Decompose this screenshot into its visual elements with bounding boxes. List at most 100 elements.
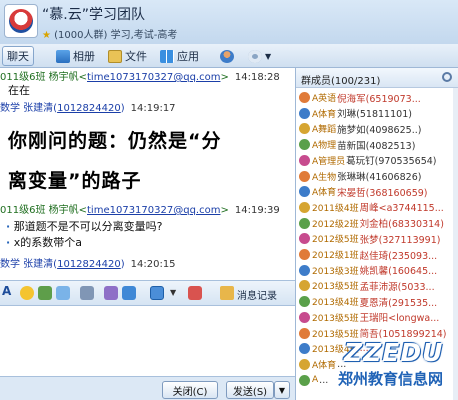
tab-files[interactable]: 文件 [104, 46, 151, 66]
member-avatar-icon [299, 233, 310, 245]
tab-album[interactable]: 相册 [52, 46, 99, 66]
message-time: 14:18:28 [234, 72, 280, 83]
chevron-down-icon[interactable]: ▼ [170, 288, 178, 302]
message-time: 14:19:17 [130, 103, 176, 114]
group-header: “慕.云”学习团队 ★ (1000人群) 学习,考试-高考 [0, 0, 458, 44]
member-role: A体育 [312, 188, 337, 199]
member-name: 张梦(327113991) [359, 234, 441, 246]
member-role: A体育 [312, 109, 337, 120]
member-role: 2013级4班 [312, 298, 359, 309]
shake-icon[interactable] [56, 286, 70, 300]
member-name: 王瑞阳<longwa... [359, 313, 440, 325]
member-item[interactable]: A体育 刘琳(51811101) [296, 106, 458, 121]
sender-qq[interactable]: 1012824420 [57, 103, 121, 114]
image-icon[interactable] [122, 286, 136, 300]
member-item[interactable]: 2012级2班 刘金柏(68330314) [296, 216, 458, 231]
search-icon[interactable] [442, 72, 452, 82]
member-item[interactable]: A管理员 葛玩钉(970535654) [296, 153, 458, 168]
member-role: A舞蹈 [312, 125, 337, 136]
sender-tail: > [220, 72, 229, 83]
send-options-button[interactable]: ▼ [274, 381, 290, 399]
member-panel-header: 群成员(100/231) [296, 68, 458, 88]
group-subtitle-text: (1000人群) 学习,考试-高考 [54, 30, 178, 41]
member-item[interactable]: 2011级4班 周峰<a3744115... [296, 200, 458, 215]
picture-icon[interactable] [38, 286, 52, 300]
message-big-text: 你刚问的题：仍然是“分 [8, 130, 222, 152]
member-avatar-icon [299, 296, 310, 308]
close-button[interactable]: 关闭(C) [162, 381, 218, 399]
member-role: 2012级5班 [312, 235, 359, 246]
member-item[interactable]: 2013级5班 孟菲沛源(5033... [296, 278, 458, 293]
member-item[interactable]: A生物 张琳琳(41606826) [296, 169, 458, 184]
group-subtitle: ★ (1000人群) 学习,考试-高考 [42, 26, 177, 41]
member-name: 葛玩钉(970535654) [346, 156, 437, 168]
member-role: A管理员 [312, 156, 346, 167]
settings-button[interactable]: ▼ [244, 46, 275, 66]
sender-email[interactable]: time1073170327@qq.com [87, 72, 220, 83]
member-avatar-icon [299, 343, 310, 355]
people-icon [220, 49, 234, 63]
member-item[interactable]: 2013级4班 夏恩清(291535... [296, 294, 458, 309]
members-button[interactable] [216, 46, 238, 66]
member-name: 刘琳(51811101) [337, 109, 412, 121]
member-avatar-icon [299, 170, 310, 182]
member-item[interactable]: A舞蹈 施梦如(4098625..) [296, 121, 458, 136]
sender-tail: > [220, 205, 229, 216]
message-header: 数学 张建清(1012824420) 14:19:17 [0, 99, 176, 114]
sender-tail: ) [120, 259, 125, 270]
screenshot-icon[interactable] [150, 286, 164, 300]
member-role: 2013级5班 [312, 282, 359, 293]
member-name: 夏恩清(291535... [359, 297, 438, 309]
group-logo-icon [9, 9, 33, 33]
music-icon[interactable] [104, 286, 118, 300]
sender-qq[interactable]: 1012824420 [57, 259, 121, 270]
question-line-1: 那道题不是不可以分离变量吗? [13, 220, 163, 233]
tab-chat[interactable]: 聊天 [2, 46, 298, 327]
member-role: 2012级1班 [312, 251, 359, 261]
member-name: 倪海军(6519073... [337, 93, 421, 105]
input-toolbar: A ▼ 消息记录 [0, 280, 295, 306]
folder-icon [108, 49, 122, 63]
member-avatar-icon [299, 327, 310, 339]
question-line-2: x的系数带个a [13, 236, 82, 249]
member-avatar-icon [299, 280, 310, 292]
tab-album-label: 相册 [73, 50, 95, 63]
album-icon [56, 49, 70, 63]
member-item[interactable]: 2012级5班 张梦(327113991) [296, 231, 458, 246]
message-text: · 那道题不是不可以分离变量吗? [6, 218, 163, 234]
member-item[interactable]: 2013级3班 姚凯馨(160645... [296, 263, 458, 278]
star-icon: ★ [42, 30, 51, 41]
bullet-icon: · [6, 236, 11, 249]
sender-email[interactable]: time1073170327@qq.com [87, 205, 220, 216]
chat-history[interactable]: 011级6班 杨宇帆<time1073170327@qq.com> 14:18:2… [0, 68, 295, 280]
watermark-logo: ZZEDU [344, 338, 444, 367]
member-avatar-icon [299, 92, 310, 103]
member-count: 群成员(100/231) [301, 76, 381, 87]
message-text: 在在 [8, 84, 30, 97]
member-avatar-icon [299, 311, 310, 323]
watermark-site: 郑州教育信息网 [338, 370, 444, 388]
font-icon[interactable]: A [2, 284, 16, 298]
sender-name: 011级6班 杨宇帆< [0, 205, 88, 216]
tab-chat-label: 聊天 [7, 50, 29, 63]
scissors-icon[interactable] [80, 286, 94, 300]
member-item[interactable]: A物理 苗新国(4082513) [296, 137, 458, 152]
send-button[interactable]: 发送(S) [226, 381, 274, 399]
member-item[interactable]: A体育 宋晏哲(368160659) [296, 184, 458, 199]
member-item[interactable]: A英语 倪海军(6519073... [296, 90, 458, 105]
message-input[interactable] [0, 306, 295, 376]
group-avatar[interactable] [4, 4, 38, 38]
member-item[interactable]: 2013级5班 王瑞阳<longwa... [296, 310, 458, 325]
gift-icon[interactable] [188, 286, 202, 300]
member-role: A体育 [312, 360, 337, 371]
member-role: 2012级2班 [312, 219, 359, 230]
member-name: 宋晏哲(368160659) [337, 187, 428, 199]
member-item[interactable]: 2012级1班 赵佳琦(235093... [296, 247, 458, 262]
history-button[interactable]: 消息记录 [237, 287, 277, 302]
member-avatar-icon [299, 154, 310, 166]
member-role: A英语 [312, 94, 337, 104]
history-icon[interactable] [220, 286, 234, 300]
tab-apps[interactable]: 应用 [156, 46, 203, 66]
message-time: 14:20:15 [130, 259, 176, 270]
emoji-icon[interactable] [20, 286, 34, 300]
